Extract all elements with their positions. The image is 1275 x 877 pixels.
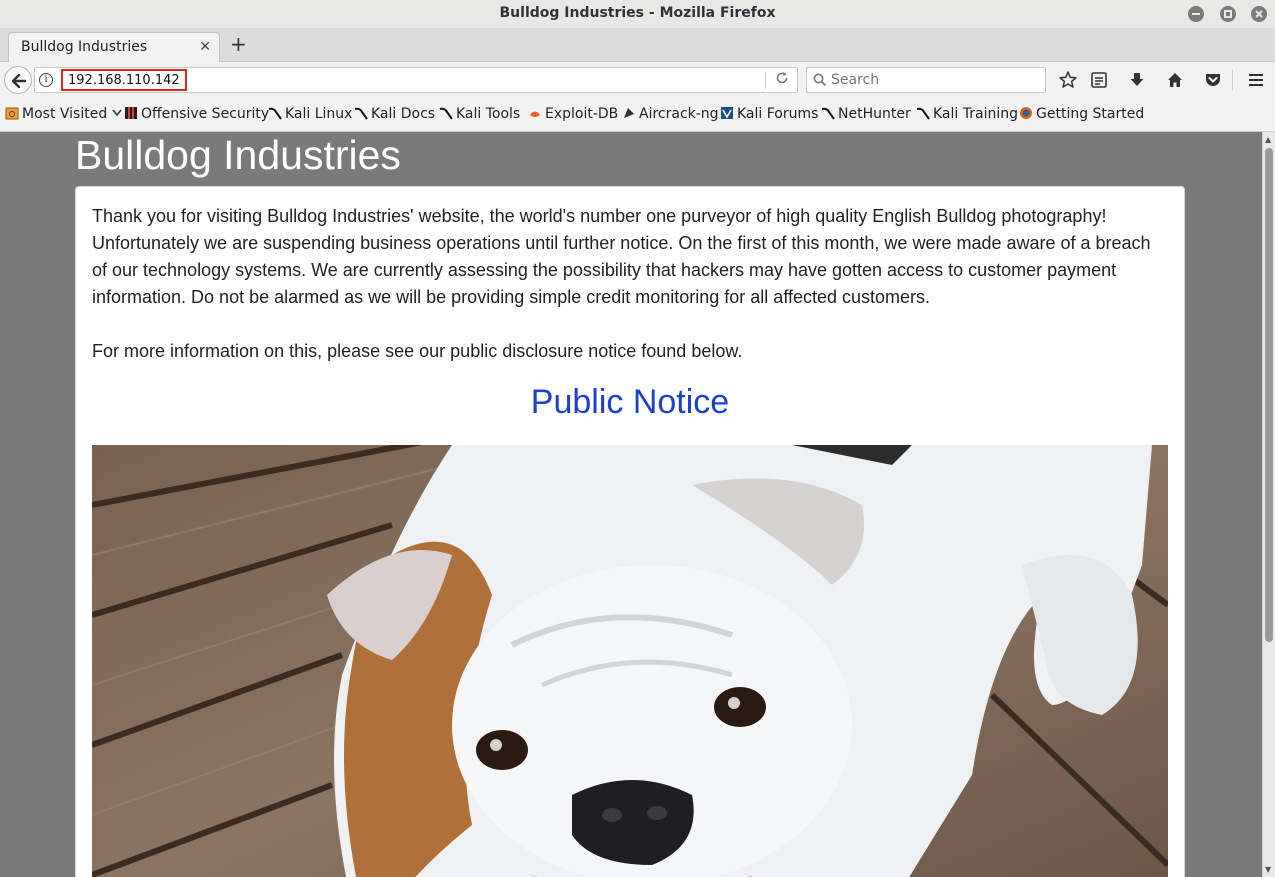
bookmark-label: Exploit-DB: [545, 106, 619, 122]
bookmark-label: Kali Docs: [371, 106, 436, 122]
bookmark-label: Kali Tools: [456, 106, 521, 122]
bookmark-getting-started[interactable]: Getting Started: [1019, 106, 1144, 122]
bookmark-label: Getting Started: [1036, 106, 1145, 122]
url-bar[interactable]: i 192.168.110.142: [34, 67, 798, 93]
search-bar[interactable]: [806, 67, 1046, 93]
reload-icon[interactable]: [775, 71, 789, 89]
bookmark-star-icon[interactable]: [1058, 70, 1078, 90]
bookmark-kali-tools[interactable]: Kali Tools: [439, 106, 520, 122]
bulldog-photo: [92, 445, 1168, 877]
bookmark-kali-forums[interactable]: Kali Forums: [720, 106, 818, 122]
kali-forums-icon: [721, 107, 733, 119]
bookmark-aircrack-ng[interactable]: Aircrack-ng: [622, 106, 719, 122]
search-input[interactable]: [831, 72, 1031, 88]
bookmark-label: Kali Training: [933, 106, 1018, 122]
bookmark-exploit-db[interactable]: Exploit-DB: [528, 106, 618, 122]
window-title: Bulldog Industries - Mozilla Firefox: [499, 5, 776, 21]
bookmark-label: NetHunter: [838, 106, 911, 122]
bookmark-label: Offensive Security: [141, 106, 270, 122]
site-title: Bulldog Industries: [75, 132, 401, 178]
kali-icon: [268, 107, 282, 120]
tab-label: Bulldog Industries: [21, 39, 148, 55]
scrollbar-thumb[interactable]: [1265, 148, 1273, 642]
bookmark-label: Kali Linux: [285, 106, 353, 122]
kali-icon: [354, 107, 368, 120]
bookmark-offensive-security[interactable]: Offensive Security: [124, 106, 269, 122]
reading-list-icon[interactable]: [1089, 70, 1109, 90]
bookmark-kali-training[interactable]: Kali Training: [916, 106, 1018, 122]
hamburger-menu-icon[interactable]: [1246, 70, 1266, 90]
kali-icon: [821, 107, 835, 120]
bookmark-most-visited[interactable]: Most Visited: [5, 106, 122, 122]
reload-arrow-icon: [776, 72, 788, 84]
close-window-button[interactable]: [1251, 6, 1267, 22]
close-icon: [1255, 10, 1263, 18]
firefox-icon: [1020, 107, 1032, 119]
bookmark-label: Most Visited: [22, 106, 108, 122]
tab-bulldog-industries[interactable]: Bulldog Industries ✕: [8, 32, 220, 63]
bookmark-label: Kali Forums: [737, 106, 819, 122]
bookmark-kali-linux[interactable]: Kali Linux: [268, 106, 352, 122]
navigation-toolbar: i 192.168.110.142: [0, 62, 1275, 98]
bookmark-nethunter[interactable]: NetHunter: [821, 106, 911, 122]
firefox-window: Bulldog Industries - Mozilla Firefox Bul…: [0, 0, 1275, 877]
new-tab-button[interactable]: +: [230, 34, 247, 54]
minimize-button[interactable]: [1188, 6, 1204, 22]
disclosure-paragraph: For more information on this, please see…: [92, 341, 743, 361]
title-bar: Bulldog Industries - Mozilla Firefox: [0, 0, 1275, 28]
bookmark-label: Aircrack-ng: [639, 106, 719, 122]
site-info-icon[interactable]: i: [39, 73, 53, 87]
page-viewport: Bulldog Industries Thank you for visitin…: [0, 132, 1262, 877]
back-button[interactable]: [4, 66, 32, 94]
intro-paragraph: Thank you for visiting Bulldog Industrie…: [92, 206, 1151, 307]
offsec-icon: [125, 107, 137, 119]
url-input[interactable]: 192.168.110.142: [61, 69, 187, 91]
scroll-down-arrow-icon[interactable]: ▼: [1265, 865, 1271, 874]
aircrack-icon: [624, 108, 634, 118]
tab-strip: Bulldog Industries ✕ +: [0, 28, 1275, 63]
url-separator: [765, 72, 766, 89]
pocket-icon[interactable]: [1203, 70, 1223, 90]
tab-close-icon[interactable]: ✕: [199, 39, 211, 55]
toolbar-separator: [1232, 70, 1233, 90]
downloads-icon[interactable]: [1127, 70, 1147, 90]
chevron-down-icon: [112, 109, 122, 117]
scroll-up-arrow-icon[interactable]: ▲: [1265, 135, 1271, 144]
bookmark-kali-docs[interactable]: Kali Docs: [354, 106, 435, 122]
content-panel: Thank you for visiting Bulldog Industrie…: [75, 186, 1185, 877]
exploitdb-icon: [530, 111, 540, 117]
vertical-scrollbar[interactable]: ▲ ▼: [1262, 132, 1275, 877]
bookmarks-toolbar: Most Visited Offensive Security Kali Lin…: [0, 98, 1275, 132]
most-visited-icon: [5, 107, 19, 120]
public-notice-link[interactable]: Public Notice: [76, 383, 1184, 422]
search-icon: [813, 73, 827, 87]
maximize-button[interactable]: [1220, 6, 1236, 22]
back-arrow-icon: [11, 73, 27, 89]
home-icon[interactable]: [1165, 70, 1185, 90]
kali-icon: [916, 107, 930, 120]
kali-icon: [439, 107, 453, 120]
